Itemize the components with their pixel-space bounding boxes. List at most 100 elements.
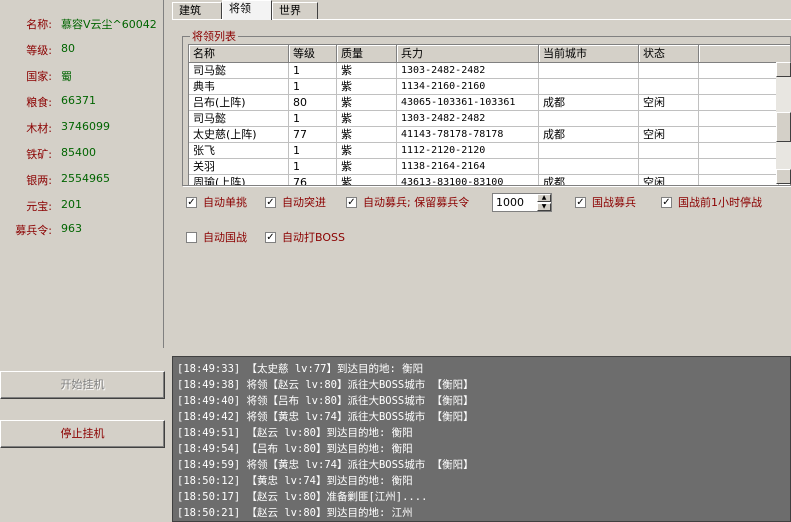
stat-country: 国家: 蜀 <box>0 68 164 88</box>
table-cell-empty <box>699 127 779 143</box>
table-cell: 关羽 <box>189 159 289 175</box>
stat-food: 粮食: 66371 <box>0 94 164 114</box>
increment-icon[interactable]: ▲ <box>537 194 551 202</box>
list-header: 名称 等级 质量 兵力 当前城市 状态 <box>189 45 790 63</box>
reserve-value[interactable]: 1000 <box>496 196 524 209</box>
stat-value: 80 <box>61 42 75 55</box>
log-line: [18:49:40] 将领【吕布 lv:80】派往大BOSS城市 【衡阳】 <box>177 395 474 407</box>
tab-label: 世界 <box>279 4 301 17</box>
table-cell <box>639 143 699 159</box>
table-cell-empty <box>699 79 779 95</box>
stat-ingot: 元宝: 201 <box>0 198 164 218</box>
table-cell: 1303-2482-2482 <box>397 111 539 127</box>
table-cell: 紫 <box>337 143 397 159</box>
list-scrollbar[interactable] <box>776 62 791 184</box>
log-line: [18:49:33] 【太史慈 lv:77】到达目的地: 衡阳 <box>177 363 424 375</box>
table-row[interactable]: 司马懿 1 紫 1303-2482-2482 <box>189 111 779 127</box>
table-cell: 77 <box>289 127 337 143</box>
activity-log[interactable]: [18:49:33] 【太史慈 lv:77】到达目的地: 衡阳 [18:49:38… <box>172 356 791 522</box>
checkbox-box[interactable]: ✓ <box>265 232 276 243</box>
checkbox-label: 自动打BOSS <box>282 231 345 244</box>
column-header[interactable]: 状态 <box>639 45 699 63</box>
table-row[interactable]: 吕布(上阵) 80 紫 43065-103361-103361 成都 空闲 <box>189 95 779 111</box>
table-cell: 紫 <box>337 63 397 79</box>
table-cell: 空闲 <box>639 175 699 185</box>
stat-name: 名称: 慕容V云尘^60042 <box>0 16 164 36</box>
table-cell: 周瑜(上阵) <box>189 175 289 185</box>
start-button[interactable]: 开始挂机 <box>0 371 165 399</box>
table-cell <box>539 63 639 79</box>
table-row[interactable]: 司马懿 1 紫 1303-2482-2482 <box>189 63 779 79</box>
log-line: [18:50:21] 【赵云 lv:80】到达目的地: 江州 <box>177 507 413 519</box>
table-cell: 太史慈(上阵) <box>189 127 289 143</box>
stat-level: 等级: 80 <box>0 42 164 62</box>
stat-label: 国家: <box>26 70 52 83</box>
reserve-stepper[interactable]: 1000 ▲ ▼ <box>492 193 552 212</box>
table-cell: 成都 <box>539 175 639 185</box>
checkbox-box[interactable]: ✓ <box>265 197 276 208</box>
stat-value: 蜀 <box>61 70 72 83</box>
stat-value: 963 <box>61 222 82 235</box>
checkbox-box[interactable]: ✓ <box>186 197 197 208</box>
stat-label: 名称: <box>26 18 52 31</box>
checkbox-box[interactable]: ✓ <box>575 197 586 208</box>
table-cell: 1112-2120-2120 <box>397 143 539 159</box>
tab-generals[interactable]: 将领 <box>222 0 272 20</box>
column-header[interactable]: 名称 <box>189 45 289 63</box>
table-cell <box>539 111 639 127</box>
stop-button[interactable]: 停止挂机 <box>0 420 165 448</box>
column-header[interactable]: 当前城市 <box>539 45 639 63</box>
table-cell: 43065-103361-103361 <box>397 95 539 111</box>
table-cell <box>539 143 639 159</box>
table-row[interactable]: 太史慈(上阵) 77 紫 41143-78178-78178 成都 空闲 <box>189 127 779 143</box>
checkbox-label: 国战募兵 <box>592 196 636 209</box>
table-cell: 1 <box>289 143 337 159</box>
table-cell: 典韦 <box>189 79 289 95</box>
log-line: [18:50:12] 【黄忠 lv:74】到达目的地: 衡阳 <box>177 475 413 487</box>
stat-value: 慕容V云尘^60042 <box>61 18 157 31</box>
scroll-up-icon[interactable] <box>776 62 791 77</box>
table-row[interactable]: 周瑜(上阵) 76 紫 43613-83100-83100 成都 空闲 <box>189 175 779 185</box>
stat-label: 元宝: <box>26 200 52 213</box>
generals-list[interactable]: 名称 等级 质量 兵力 当前城市 状态 司马懿 1 紫 1303-2482-2482 典… <box>188 44 791 186</box>
table-cell <box>639 159 699 175</box>
decrement-icon[interactable]: ▼ <box>537 203 551 211</box>
table-cell: 1138-2164-2164 <box>397 159 539 175</box>
column-header[interactable]: 质量 <box>337 45 397 63</box>
tab-buildings[interactable]: 建筑 <box>172 2 222 19</box>
table-row[interactable]: 张飞 1 紫 1112-2120-2120 <box>189 143 779 159</box>
log-line: [18:49:42] 将领【黄忠 lv:74】派往大BOSS城市 【衡阳】 <box>177 411 474 423</box>
checkbox-box[interactable]: ✓ <box>661 197 672 208</box>
stat-value: 85400 <box>61 146 96 159</box>
table-row[interactable]: 关羽 1 紫 1138-2164-2164 <box>189 159 779 175</box>
table-cell <box>539 79 639 95</box>
checkbox-box[interactable] <box>186 232 197 243</box>
table-cell-empty <box>699 95 779 111</box>
table-cell: 成都 <box>539 95 639 111</box>
log-line: [18:50:17] 【赵云 lv:80】准备剿匪[江州].... <box>177 491 428 503</box>
table-row[interactable]: 典韦 1 紫 1134-2160-2160 <box>189 79 779 95</box>
stat-iron: 铁矿: 85400 <box>0 146 164 166</box>
log-line: [18:49:38] 将领【赵云 lv:80】派往大BOSS城市 【衡阳】 <box>177 379 474 391</box>
stat-value: 3746099 <box>61 120 110 133</box>
scroll-down-icon[interactable] <box>776 169 791 184</box>
table-cell-empty <box>699 111 779 127</box>
table-cell: 1303-2482-2482 <box>397 63 539 79</box>
scroll-thumb[interactable] <box>776 112 791 142</box>
stat-value: 66371 <box>61 94 96 107</box>
checkbox-label: 自动募兵; 保留募兵令 <box>363 196 470 209</box>
stat-label: 募兵令: <box>15 224 52 237</box>
log-line: [18:49:54] 【吕布 lv:80】到达目的地: 衡阳 <box>177 443 413 455</box>
table-cell: 吕布(上阵) <box>189 95 289 111</box>
stat-label: 粮食: <box>26 96 52 109</box>
stat-recruit-token: 募兵令: 963 <box>0 222 164 242</box>
checkbox-box[interactable]: ✓ <box>346 197 357 208</box>
column-header[interactable]: 等级 <box>289 45 337 63</box>
table-cell: 空闲 <box>639 127 699 143</box>
status-panel: 名称: 慕容V云尘^60042 等级: 80 国家: 蜀 粮食: 66371 木… <box>0 0 164 348</box>
tab-world[interactable]: 世界 <box>272 2 318 19</box>
column-header[interactable]: 兵力 <box>397 45 539 63</box>
table-cell: 1 <box>289 159 337 175</box>
table-cell: 76 <box>289 175 337 185</box>
table-cell: 1 <box>289 79 337 95</box>
